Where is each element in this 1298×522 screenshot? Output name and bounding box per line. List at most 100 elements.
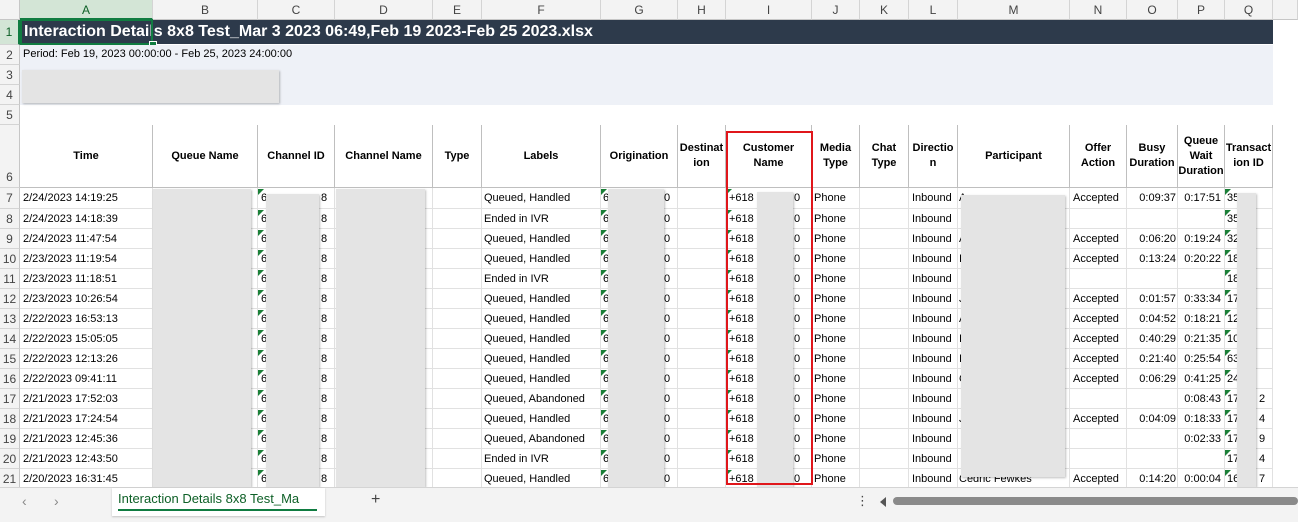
cell-media-type[interactable]: Phone (814, 409, 846, 429)
cell-media-type[interactable]: Phone (814, 349, 846, 369)
cell-media-type[interactable]: Phone (814, 249, 846, 269)
row-header-11[interactable]: 11 (0, 269, 20, 289)
cell-media-type[interactable]: Phone (814, 389, 846, 409)
cell-direction[interactable]: Inbound (912, 188, 952, 209)
cell-offer-action[interactable]: Accepted (1073, 469, 1119, 487)
row-header-20[interactable]: 20 (0, 449, 20, 469)
grid-cell[interactable] (433, 409, 482, 429)
cell-labels[interactable]: Ended in IVR (484, 209, 549, 229)
cell-queue-wait[interactable]: 0:25:54 (1177, 349, 1221, 369)
grid-cell[interactable] (860, 369, 909, 389)
cell-labels[interactable]: Queued, Abandoned (484, 429, 585, 449)
cell-queue-wait[interactable]: 0:18:21 (1177, 309, 1221, 329)
cell-channel-id-suffix[interactable]: 8 (321, 389, 327, 409)
row-header-3[interactable]: 3 (0, 65, 20, 85)
cell-origination-suffix[interactable]: 0 (664, 349, 670, 369)
cell-direction[interactable]: Inbound (912, 229, 952, 249)
cell-origination-suffix[interactable]: 0 (664, 249, 670, 269)
cell-labels[interactable]: Queued, Handled (484, 469, 570, 487)
cell-channel-id-suffix[interactable]: 8 (321, 349, 327, 369)
grid-cell[interactable] (860, 449, 909, 469)
cell-media-type[interactable]: Phone (814, 469, 846, 487)
column-header-m[interactable]: M (958, 0, 1070, 20)
select-all-corner[interactable] (0, 0, 20, 20)
spreadsheet-grid[interactable]: ABCDEFGHIJKLMNOPQ 1 2 3 4 5 6 7 8 9 10 11 12 13 14 15 1… (0, 0, 1298, 487)
cell-origination-suffix[interactable]: 0 (664, 289, 670, 309)
grid-cell[interactable] (433, 469, 482, 487)
grid-cell[interactable] (860, 409, 909, 429)
add-sheet-plus-icon[interactable]: + (371, 491, 380, 509)
row-header-2[interactable]: 2 (0, 45, 20, 65)
grid-cell[interactable] (678, 249, 726, 269)
grid-cell[interactable] (1127, 389, 1178, 409)
column-header-n[interactable]: N (1070, 0, 1127, 20)
header-queue-wait-duration[interactable]: Queue Wait Duration (1178, 125, 1225, 188)
cell-channel-id-suffix[interactable]: 8 (321, 429, 327, 449)
grid-cell[interactable] (678, 429, 726, 449)
column-header-e[interactable]: E (433, 0, 482, 20)
row-header-21[interactable]: 21 (0, 469, 20, 487)
cell-origination-suffix[interactable]: 0 (664, 188, 670, 209)
cell-queue-wait[interactable]: 0:33:34 (1177, 289, 1221, 309)
cell-transaction-id-suffix[interactable]: 4 (1259, 449, 1265, 469)
cell-busy-duration[interactable]: 0:04:52 (1128, 309, 1176, 329)
cell-media-type[interactable]: Phone (814, 309, 846, 329)
cell-time[interactable]: 2/20/2023 16:31:45 (23, 469, 118, 487)
cell-offer-action[interactable]: Accepted (1073, 309, 1119, 329)
grid-cell[interactable] (1070, 389, 1127, 409)
cell-direction[interactable]: Inbound (912, 329, 952, 349)
grid-cell[interactable] (433, 229, 482, 249)
header-media-type[interactable]: Media Type (812, 125, 860, 188)
cell-queue-wait[interactable]: 0:08:43 (1177, 389, 1221, 409)
header-type[interactable]: Type (433, 125, 482, 188)
cell-labels[interactable]: Queued, Handled (484, 329, 570, 349)
scroll-left-arrow-icon[interactable] (880, 497, 886, 507)
tab-options-more-icon[interactable]: ⋮ (856, 493, 869, 509)
cell-labels[interactable]: Queued, Handled (484, 249, 570, 269)
row-header-15[interactable]: 15 (0, 349, 20, 369)
grid-cell[interactable] (678, 188, 726, 209)
grid-cell[interactable] (860, 269, 909, 289)
cell-direction[interactable]: Inbound (912, 469, 952, 487)
column-header-h[interactable]: H (678, 0, 726, 20)
cell-channel-id-suffix[interactable]: 8 (321, 329, 327, 349)
grid-cell[interactable] (433, 188, 482, 209)
grid-cell[interactable] (433, 369, 482, 389)
cell-direction[interactable]: Inbound (912, 429, 952, 449)
row-header-9[interactable]: 9 (0, 229, 20, 249)
grid-cell[interactable] (860, 249, 909, 269)
cell-offer-action[interactable]: Accepted (1073, 229, 1119, 249)
column-header-q[interactable]: Q (1225, 0, 1273, 20)
cell-busy-duration[interactable]: 0:06:29 (1128, 369, 1176, 389)
row-header-1[interactable]: 1 (0, 20, 20, 45)
row-header-4[interactable]: 4 (0, 85, 20, 105)
cell-time[interactable]: 2/22/2023 16:53:13 (23, 309, 118, 329)
next-sheet-chevron-icon[interactable]: › (54, 493, 59, 509)
grid-cell[interactable] (433, 269, 482, 289)
cell-queue-wait[interactable]: 0:18:33 (1177, 409, 1221, 429)
header-chat-type[interactable]: Chat Type (860, 125, 909, 188)
cell-labels[interactable]: Queued, Handled (484, 229, 570, 249)
grid-cell[interactable] (1070, 209, 1127, 229)
cell-labels[interactable]: Ended in IVR (484, 269, 549, 289)
cell-time[interactable]: 2/21/2023 17:24:54 (23, 409, 118, 429)
cell-time[interactable]: 2/21/2023 12:43:50 (23, 449, 118, 469)
cell-time[interactable]: 2/22/2023 09:41:11 (23, 369, 117, 389)
grid-cell[interactable] (433, 349, 482, 369)
cell-transaction-id-suffix[interactable]: 7 (1259, 469, 1265, 487)
grid-cell[interactable] (678, 309, 726, 329)
cell-media-type[interactable]: Phone (814, 429, 846, 449)
row-header-14[interactable]: 14 (0, 329, 20, 349)
row-header-6[interactable]: 6 (0, 125, 20, 188)
cell-media-type[interactable]: Phone (814, 449, 846, 469)
row-header-10[interactable]: 10 (0, 249, 20, 269)
cell-labels[interactable]: Queued, Abandoned (484, 389, 585, 409)
sheet-tab-active[interactable]: Interaction Details 8x8 Test_Ma (112, 488, 325, 516)
grid-cell[interactable] (1178, 269, 1225, 289)
column-header-b[interactable]: B (153, 0, 258, 20)
cell-media-type[interactable]: Phone (814, 329, 846, 349)
cell-time[interactable]: 2/22/2023 12:13:26 (23, 349, 118, 369)
cell-offer-action[interactable]: Accepted (1073, 369, 1119, 389)
cell-queue-wait[interactable]: 0:20:22 (1177, 249, 1221, 269)
header-channel-name[interactable]: Channel Name (335, 125, 433, 188)
